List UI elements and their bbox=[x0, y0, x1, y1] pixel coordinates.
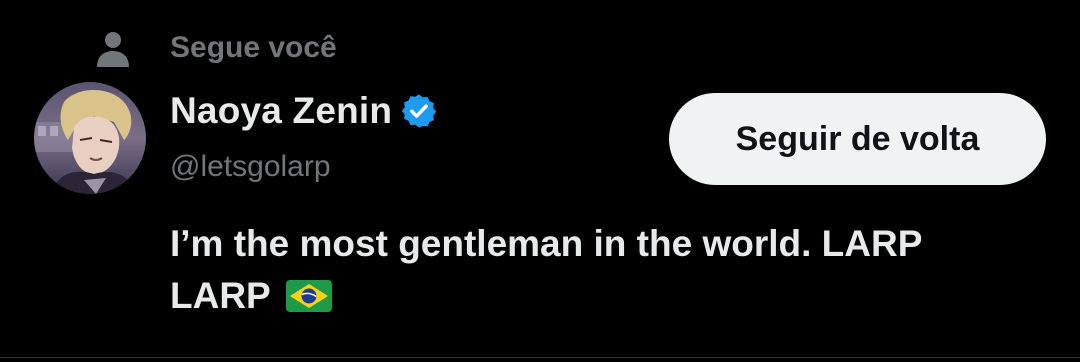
bio-line-2: LARP bbox=[170, 275, 271, 316]
display-name[interactable]: Naoya Zenin bbox=[170, 90, 392, 132]
follows-you-row: Segue você bbox=[93, 27, 337, 71]
person-icon bbox=[97, 32, 129, 67]
display-name-row[interactable]: Naoya Zenin bbox=[170, 90, 438, 132]
brazil-flag-icon bbox=[286, 280, 333, 312]
user-handle[interactable]: @letsgolarp bbox=[170, 150, 331, 184]
follows-you-label: Segue você bbox=[170, 31, 337, 64]
avatar[interactable] bbox=[34, 82, 146, 194]
divider bbox=[0, 357, 1080, 358]
user-cell[interactable]: Segue você Naoya Zenin @letsgolarp Segui… bbox=[0, 0, 1080, 362]
bio-line-1: I’m the most gentleman in the world. LAR… bbox=[170, 223, 923, 264]
avatar-image bbox=[34, 82, 146, 194]
verified-badge-icon bbox=[401, 94, 437, 128]
user-bio: I’m the most gentleman in the world. LAR… bbox=[170, 218, 1050, 322]
follow-back-button[interactable]: Seguir de volta bbox=[669, 93, 1046, 185]
